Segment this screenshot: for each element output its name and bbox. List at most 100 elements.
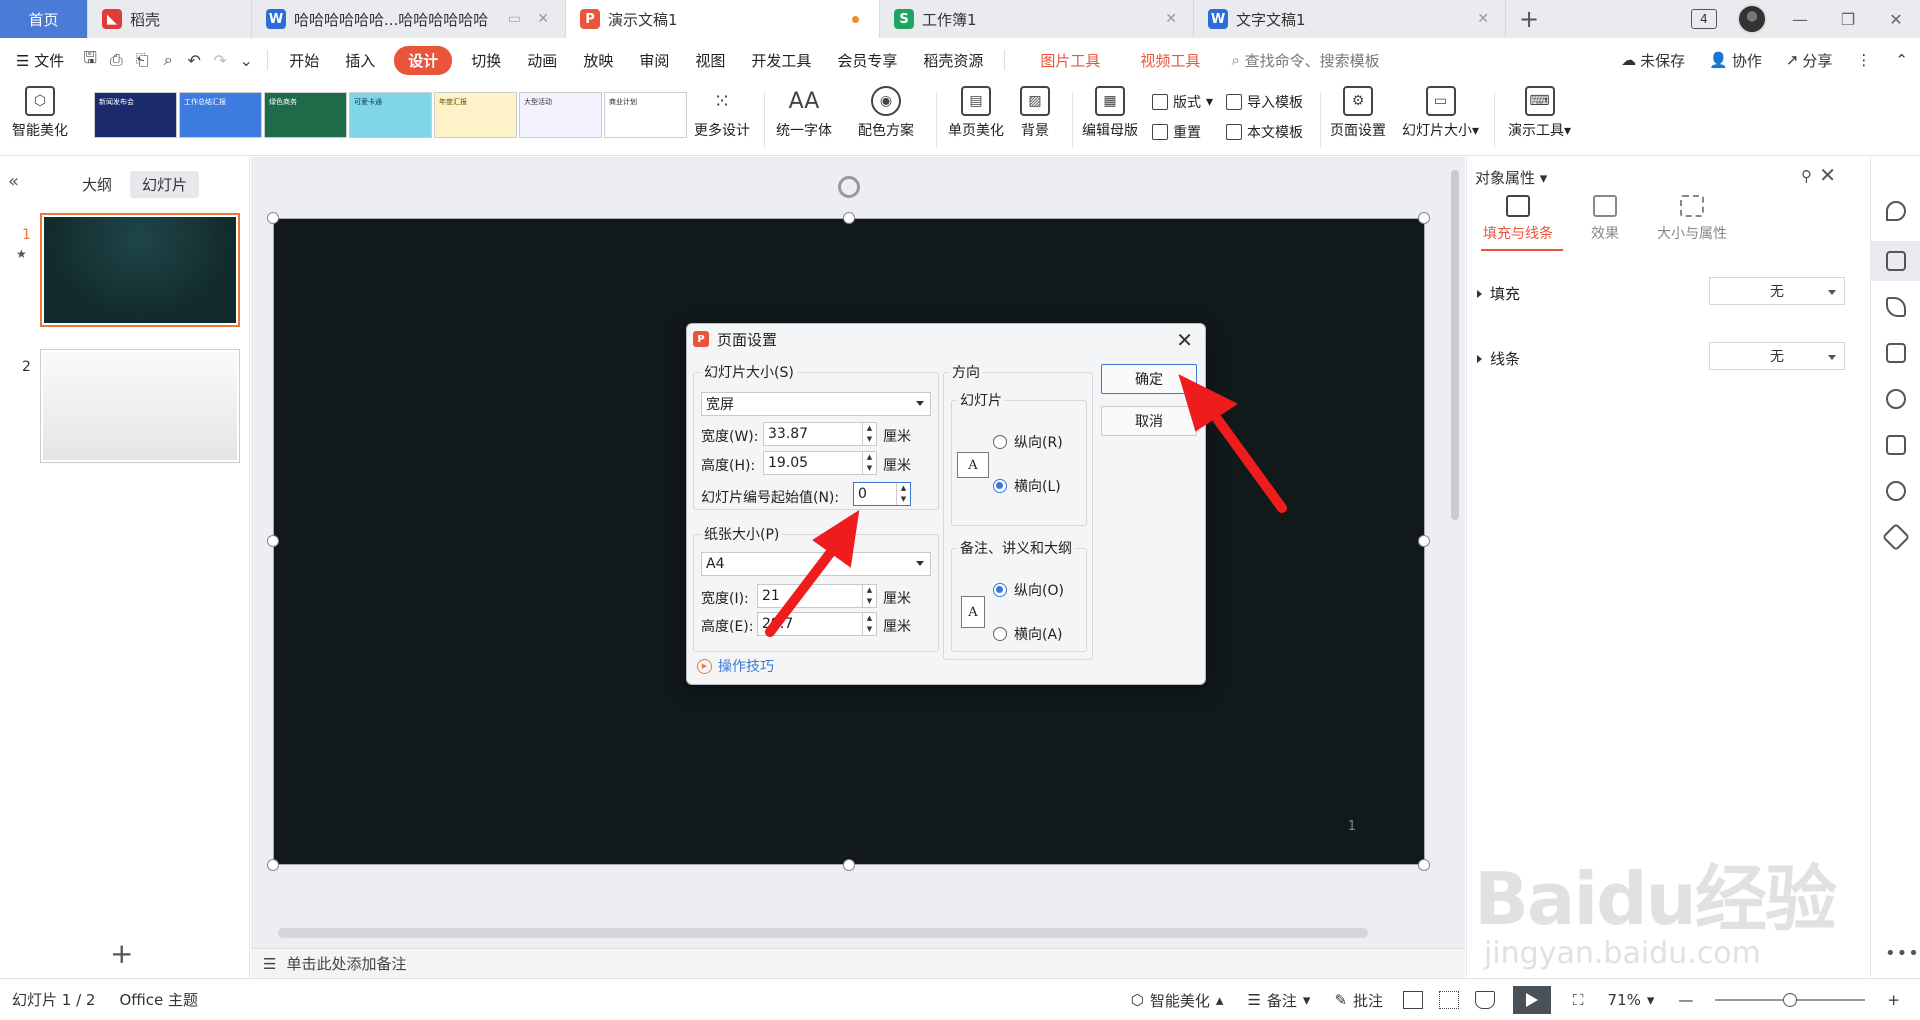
stepper-buttons[interactable]: ▲ ▼ xyxy=(862,452,876,474)
ok-button[interactable]: 确定 xyxy=(1101,364,1197,394)
add-slide-plus-icon[interactable]: + xyxy=(110,937,133,970)
panel-title[interactable]: 对象属性 ▾ xyxy=(1475,167,1547,188)
start-number-stepper[interactable]: 0 ▲ ▼ xyxy=(853,482,911,506)
file-menu[interactable]: ☰ 文件 xyxy=(0,50,77,71)
design-template-thumb[interactable]: 可爱卡通 xyxy=(349,92,432,138)
menu-member[interactable]: 会员专享 xyxy=(824,50,910,71)
slide-height-stepper[interactable]: 19.05 ▲ ▼ xyxy=(763,451,877,475)
user-avatar[interactable] xyxy=(1728,0,1776,38)
paper-width-stepper[interactable]: 21 ▲ ▼ xyxy=(757,584,877,608)
resize-handle[interactable] xyxy=(267,212,279,224)
slide-width-stepper[interactable]: 33.87 ▲ ▼ xyxy=(763,422,877,446)
menu-picture-tools[interactable]: 图片工具 xyxy=(1027,50,1113,71)
menu-view[interactable]: 视图 xyxy=(682,50,738,71)
layout-button[interactable]: 版式 ▾ xyxy=(1152,92,1213,112)
restore-icon[interactable]: ❐ xyxy=(1824,0,1872,38)
page-setup-button[interactable]: ⚙ 页面设置 xyxy=(1330,86,1386,140)
design-template-thumb[interactable]: 绿色商务 xyxy=(264,92,347,138)
print-preview-icon[interactable]: ⌕ xyxy=(155,47,181,73)
share-button[interactable]: ↗ 分享 xyxy=(1774,50,1845,71)
vertical-scrollbar[interactable] xyxy=(1449,170,1461,950)
design-template-thumb[interactable]: 工作总结汇报 xyxy=(179,92,262,138)
command-search[interactable]: ⌕ 查找命令、搜索模板 xyxy=(1231,50,1379,71)
more-vertical-icon[interactable]: ⋮ xyxy=(1844,51,1883,69)
line-select[interactable]: 无 xyxy=(1709,342,1845,370)
spin-up-icon[interactable]: ▲ xyxy=(863,452,876,463)
export-pdf-icon[interactable]: ⎙ xyxy=(103,47,129,73)
notes-bar[interactable]: ☰ 单击此处添加备注 xyxy=(251,948,1465,978)
close-icon[interactable]: ✕ xyxy=(1165,11,1177,27)
design-template-thumb[interactable]: 年度汇报 xyxy=(434,92,517,138)
resize-handle[interactable] xyxy=(267,535,279,547)
slides-icon[interactable] xyxy=(1886,343,1906,363)
close-icon[interactable]: ✕ xyxy=(1819,163,1836,187)
tab-doc-haha[interactable]: W 哈哈哈哈哈哈...哈哈哈哈哈哈 ▭ ✕ xyxy=(252,0,566,38)
menu-developer[interactable]: 开发工具 xyxy=(738,50,824,71)
close-icon[interactable]: ✕ xyxy=(1176,328,1193,352)
scrollbar-thumb[interactable] xyxy=(1451,170,1459,520)
cancel-button[interactable]: 取消 xyxy=(1101,406,1197,436)
collapse-ribbon-icon[interactable]: ⌃ xyxy=(1883,51,1920,69)
tab-home[interactable]: 首页 xyxy=(0,0,88,38)
normal-view-icon[interactable] xyxy=(1403,991,1424,1009)
notes-portrait-radio[interactable]: 纵向(O) xyxy=(993,580,1064,600)
line-section-toggle[interactable]: 线条 xyxy=(1477,348,1520,369)
slide-landscape-radio[interactable]: 横向(L) xyxy=(993,476,1061,496)
slide-sorter-icon[interactable] xyxy=(1439,991,1460,1009)
spin-down-icon[interactable]: ▼ xyxy=(897,494,910,505)
comments-button[interactable]: ✎ 批注 xyxy=(1322,990,1395,1011)
collaborate-button[interactable]: 👤 协作 xyxy=(1697,50,1774,71)
collapse-pane-icon[interactable]: « xyxy=(8,171,19,192)
slide-size-button[interactable]: ▭ 幻灯片大小▾ xyxy=(1402,86,1479,140)
this-template-button[interactable]: 本文模板 xyxy=(1226,122,1303,142)
spin-up-icon[interactable]: ▲ xyxy=(863,613,876,624)
box-icon[interactable] xyxy=(1881,522,1911,552)
more-design-button[interactable]: ⁙ 更多设计 xyxy=(694,86,750,140)
smart-beautify-button[interactable]: ⬡ 智能美化 xyxy=(12,86,68,140)
menu-animation[interactable]: 动画 xyxy=(514,50,570,71)
resize-handle[interactable] xyxy=(843,859,855,871)
fill-select[interactable]: 无 xyxy=(1709,277,1845,305)
image-tools-icon[interactable] xyxy=(1886,435,1906,455)
presentation-tools-button[interactable]: ⌨ 演示工具▾ xyxy=(1508,86,1571,140)
tab-writer[interactable]: W 文字文稿1 ✕ xyxy=(1194,0,1506,38)
paper-height-stepper[interactable]: 29.7 ▲ ▼ xyxy=(757,612,877,636)
horizontal-scrollbar[interactable] xyxy=(278,928,1368,938)
save-icon[interactable]: 🖫 xyxy=(77,47,103,73)
notes-landscape-radio[interactable]: 横向(A) xyxy=(993,624,1063,644)
tab-size-and-properties[interactable]: 大小与属性 xyxy=(1657,195,1727,243)
stepper-buttons[interactable]: ▲ ▼ xyxy=(862,423,876,445)
menu-video-tools[interactable]: 视频工具 xyxy=(1127,50,1213,71)
slide-thumbnail-1[interactable] xyxy=(40,213,240,327)
tab-workbook[interactable]: S 工作簿1 ✕ xyxy=(880,0,1194,38)
close-icon[interactable]: ✕ xyxy=(537,11,549,27)
tab-presentation[interactable]: P 演示文稿1 xyxy=(566,0,880,38)
fill-section-toggle[interactable]: 填充 xyxy=(1477,283,1520,304)
help-icon[interactable] xyxy=(1886,389,1906,409)
chevron-down-icon[interactable]: ⌄ xyxy=(233,47,259,73)
tab-outline[interactable]: 大纲 xyxy=(70,171,124,198)
slide-thumbnail-2[interactable] xyxy=(40,349,240,463)
redo-icon[interactable]: ↷ xyxy=(207,47,233,73)
edit-master-button[interactable]: ▦ 编辑母版 xyxy=(1082,86,1138,140)
tab-fill-and-line[interactable]: 填充与线条 xyxy=(1483,195,1553,243)
menu-design[interactable]: 设计 xyxy=(394,45,453,75)
pin-icon[interactable]: ⚲ xyxy=(1801,167,1812,185)
rotate-handle-icon[interactable] xyxy=(838,176,860,198)
menu-transition[interactable]: 切换 xyxy=(458,50,514,71)
stepper-buttons[interactable]: ▲ ▼ xyxy=(862,613,876,635)
undo-icon[interactable]: ↶ xyxy=(181,47,207,73)
slide-portrait-radio[interactable]: 纵向(R) xyxy=(993,432,1063,452)
window-count-button[interactable]: 4 xyxy=(1680,0,1728,38)
notes-toggle-button[interactable]: ☰ 备注 ▾ xyxy=(1235,990,1322,1011)
design-template-thumb[interactable]: 新闻发布会 xyxy=(94,92,177,138)
spin-down-icon[interactable]: ▼ xyxy=(863,596,876,607)
lightning-icon[interactable] xyxy=(1886,481,1906,501)
design-template-thumb[interactable]: 大型活动 xyxy=(519,92,602,138)
menu-home[interactable]: 开始 xyxy=(276,50,332,71)
color-scheme-button[interactable]: ◉ 配色方案 xyxy=(858,86,914,140)
menu-daoke-resources[interactable]: 稻壳资源 xyxy=(910,50,996,71)
menu-slideshow[interactable]: 放映 xyxy=(570,50,626,71)
smart-beautify-status-button[interactable]: ⬡ 智能美化 ▴ xyxy=(1119,990,1236,1011)
menu-insert[interactable]: 插入 xyxy=(332,50,388,71)
